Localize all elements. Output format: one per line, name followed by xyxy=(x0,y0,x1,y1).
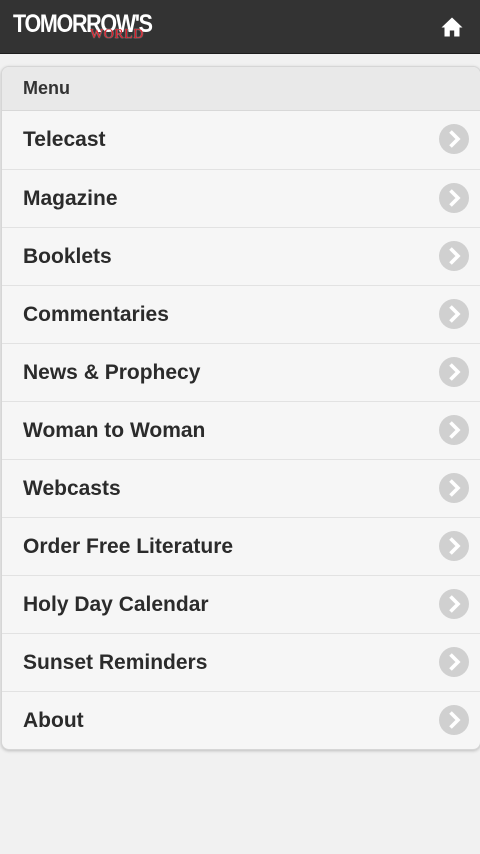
chevron-right-icon xyxy=(439,589,469,619)
chevron-right-icon xyxy=(439,124,469,154)
menu-item-sunset-reminders[interactable]: Sunset Reminders xyxy=(2,633,480,691)
menu-item-order-free-literature[interactable]: Order Free Literature xyxy=(2,517,480,575)
menu-item-label: Commentaries xyxy=(23,303,169,326)
home-icon xyxy=(441,17,463,37)
menu-item-webcasts[interactable]: Webcasts xyxy=(2,459,480,517)
menu-item-label: News & Prophecy xyxy=(23,361,201,384)
chevron-right-icon xyxy=(439,531,469,561)
logo-subtitle: WORLD xyxy=(90,27,144,42)
menu-item-label: Order Free Literature xyxy=(23,535,234,558)
menu-item-label: About xyxy=(23,709,84,732)
app-header: TOMORROW'S WORLD xyxy=(0,0,480,54)
chevron-right-icon xyxy=(439,647,469,677)
menu-item-woman-to-woman[interactable]: Woman to Woman xyxy=(2,401,480,459)
menu-item-label: Booklets xyxy=(23,245,112,268)
menu-items: Telecast Magazine Booklets Commentaries News… xyxy=(2,111,480,749)
menu-item-booklets[interactable]: Booklets xyxy=(2,227,480,285)
app-logo[interactable]: TOMORROW'S WORLD xyxy=(13,9,153,47)
menu-header: Menu xyxy=(2,67,480,111)
chevron-right-icon xyxy=(439,241,469,271)
menu-item-label: Telecast xyxy=(23,128,106,151)
menu-item-label: Webcasts xyxy=(23,477,121,500)
menu-item-label: Sunset Reminders xyxy=(23,651,208,674)
menu-item-telecast[interactable]: Telecast xyxy=(2,111,480,169)
menu-item-about[interactable]: About xyxy=(2,691,480,749)
chevron-right-icon xyxy=(439,415,469,445)
chevron-right-icon xyxy=(439,357,469,387)
chevron-right-icon xyxy=(439,183,469,213)
chevron-right-icon xyxy=(439,473,469,503)
menu-item-label: Magazine xyxy=(23,187,118,210)
menu-item-label: Woman to Woman xyxy=(23,419,206,442)
menu-item-label: Holy Day Calendar xyxy=(23,593,209,616)
menu-list: Menu Telecast Magazine Booklets Commentarie… xyxy=(1,66,480,750)
chevron-right-icon xyxy=(439,299,469,329)
menu-item-magazine[interactable]: Magazine xyxy=(2,169,480,227)
chevron-right-icon xyxy=(439,705,469,735)
menu-item-holy-day-calendar[interactable]: Holy Day Calendar xyxy=(2,575,480,633)
home-button[interactable] xyxy=(440,15,464,39)
menu-item-commentaries[interactable]: Commentaries xyxy=(2,285,480,343)
menu-item-news-prophecy[interactable]: News & Prophecy xyxy=(2,343,480,401)
